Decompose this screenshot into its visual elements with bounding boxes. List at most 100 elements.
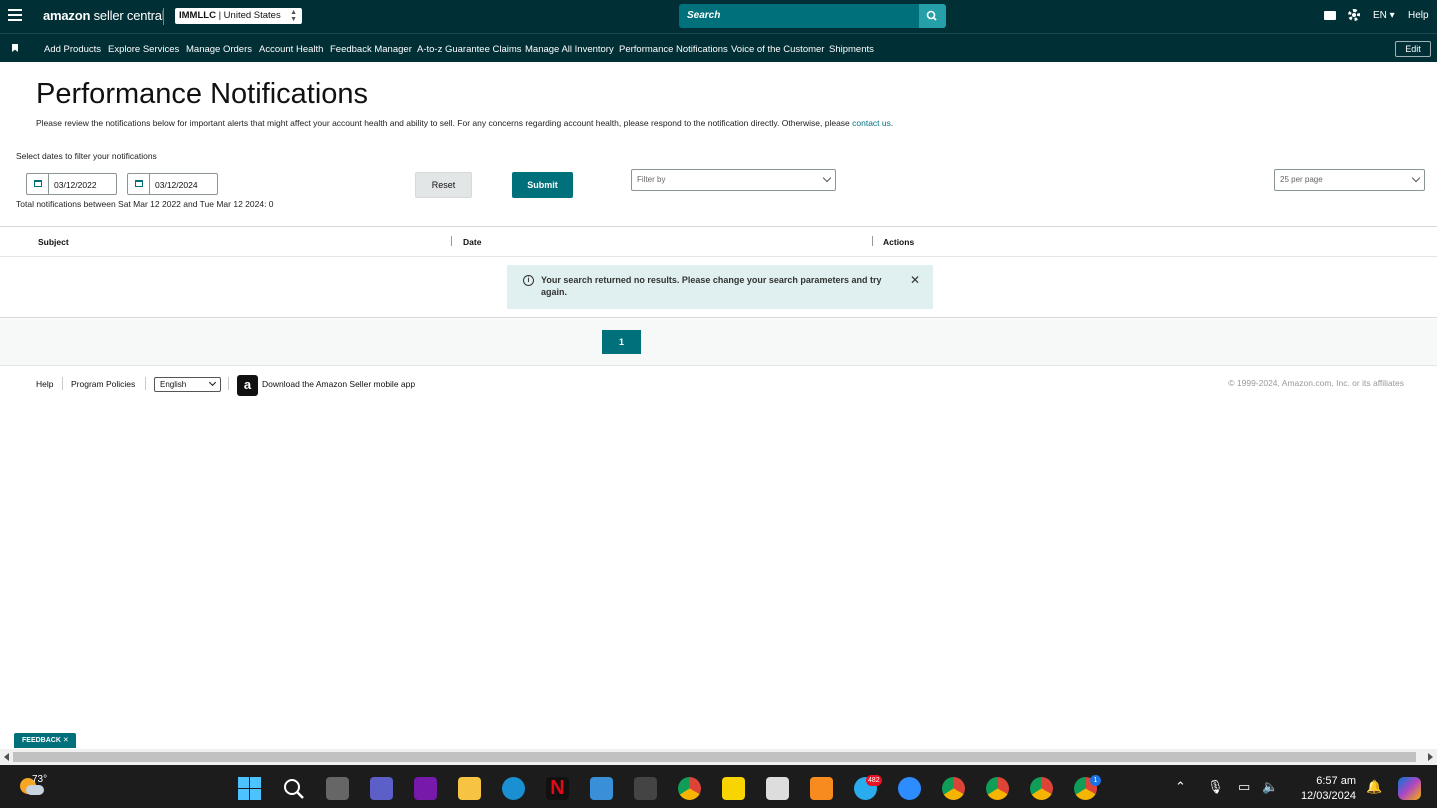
- network-icon[interactable]: ▭: [1238, 779, 1250, 795]
- zoom-icon[interactable]: [898, 777, 921, 800]
- reset-button[interactable]: Reset: [415, 172, 472, 198]
- end-date-field[interactable]: 03/12/2024: [127, 173, 218, 195]
- total-notifications: Total notifications between Sat Mar 12 2…: [16, 199, 274, 209]
- edit-nav-button[interactable]: Edit: [1395, 41, 1431, 57]
- calendar-icon[interactable]: [27, 174, 49, 194]
- footer-divider: [62, 377, 63, 390]
- account-region: | United States: [215, 10, 281, 21]
- menu-icon[interactable]: [8, 9, 22, 21]
- copilot-icon[interactable]: [1398, 777, 1421, 800]
- language-selector[interactable]: EN ▾: [1373, 10, 1395, 21]
- amazon-app-icon[interactable]: a: [237, 375, 258, 396]
- teams-icon[interactable]: [370, 777, 393, 800]
- feedback-tab[interactable]: FEEDBACK ✕: [14, 733, 76, 748]
- footer-divider: [145, 377, 146, 390]
- chevron-down-icon: [822, 173, 832, 183]
- column-subject[interactable]: Subject: [38, 237, 69, 247]
- clock-time: 6:57 am: [1316, 775, 1356, 787]
- chrome-profile-icon[interactable]: [986, 777, 1009, 800]
- chrome-profile-icon[interactable]: [942, 777, 965, 800]
- edge-icon[interactable]: [502, 777, 525, 800]
- scroll-left-arrow-icon[interactable]: [4, 753, 9, 761]
- per-page-select[interactable]: 25 per page: [1274, 169, 1425, 191]
- seller-central-logo[interactable]: amazon seller central: [43, 8, 165, 23]
- search-icon[interactable]: [282, 777, 305, 800]
- program-policies-link[interactable]: Program Policies: [71, 379, 135, 389]
- snipping-tool-icon[interactable]: [766, 777, 789, 800]
- intro-text: Please review the notifications below fo…: [36, 118, 853, 128]
- ringcentral-icon[interactable]: [810, 777, 833, 800]
- nav-a-to-z-claims[interactable]: A-to-z Guarantee Claims: [417, 44, 522, 55]
- search-button[interactable]: [919, 4, 946, 28]
- logo-seller-central: seller central: [90, 8, 165, 23]
- chrome-profile-icon[interactable]: [1030, 777, 1053, 800]
- mobile-app-link[interactable]: Download the Amazon Seller mobile app: [262, 379, 415, 389]
- nav-voice-of-customer[interactable]: Voice of the Customer: [731, 44, 824, 55]
- top-header: amazon seller central IMMLLC | United St…: [0, 0, 1437, 33]
- date-filter-label: Select dates to filter your notification…: [16, 151, 157, 161]
- chevron-up-icon[interactable]: ⌃: [1175, 779, 1186, 795]
- copyright: © 1999-2024, Amazon.com, Inc. or its aff…: [1228, 378, 1404, 388]
- task-view-icon[interactable]: [326, 777, 349, 800]
- nav-manage-orders[interactable]: Manage Orders: [186, 44, 252, 55]
- nav-explore-services[interactable]: Explore Services: [108, 44, 179, 55]
- file-explorer-icon[interactable]: [458, 777, 481, 800]
- filter-by-placeholder: Filter by: [637, 175, 666, 184]
- column-date[interactable]: Date: [463, 237, 481, 247]
- sticky-notes-icon[interactable]: [722, 777, 745, 800]
- submit-button[interactable]: Submit: [512, 172, 573, 198]
- contact-us-link[interactable]: contact us: [852, 118, 891, 128]
- footer-help-link[interactable]: Help: [36, 379, 53, 389]
- table-header: Subject Date Actions: [0, 227, 1437, 257]
- column-divider: [451, 236, 452, 246]
- pagination-bar: 1: [0, 319, 1437, 366]
- page-1-button[interactable]: 1: [602, 330, 641, 354]
- notepad-icon[interactable]: [590, 777, 613, 800]
- calculator-icon[interactable]: [634, 777, 657, 800]
- no-results-alert: i Your search returned no results. Pleas…: [507, 265, 933, 309]
- help-link[interactable]: Help: [1408, 10, 1429, 21]
- nav-performance-notifications[interactable]: Performance Notifications: [619, 44, 728, 55]
- nav-shipments[interactable]: Shipments: [829, 44, 874, 55]
- telegram-badge: 482: [866, 775, 882, 786]
- footer-language-value: English: [160, 380, 187, 389]
- info-icon: i: [523, 275, 534, 286]
- volume-icon[interactable]: 🔈: [1262, 779, 1278, 795]
- start-date-value: 03/12/2022: [54, 180, 97, 190]
- per-page-value: 25 per page: [1280, 175, 1323, 184]
- account-switcher[interactable]: IMMLLC | United States ▲ ▼: [175, 8, 302, 24]
- intro-period: .: [890, 118, 894, 128]
- nav-account-health[interactable]: Account Health: [259, 44, 323, 55]
- notifications-table: Subject Date Actions i Your search retur…: [0, 226, 1437, 318]
- windows-taskbar: 73° N 482 1 ⌃ 🎙 ▭ 🔈 6:57 am 12/03/2024 🔔: [0, 765, 1437, 808]
- scroll-right-arrow-icon[interactable]: [1428, 753, 1433, 761]
- search-input[interactable]: Search: [679, 4, 920, 28]
- mail-icon[interactable]: [1324, 11, 1336, 20]
- nav-manage-all-inventory[interactable]: Manage All Inventory: [525, 44, 614, 55]
- bookmark-icon[interactable]: [12, 44, 18, 52]
- clock[interactable]: 6:57 am 12/03/2024: [1296, 774, 1356, 804]
- netflix-icon[interactable]: N: [546, 777, 569, 800]
- chevron-down-icon: [208, 378, 217, 387]
- windows-start-icon[interactable]: [238, 777, 261, 800]
- start-date-field[interactable]: 03/12/2022: [26, 173, 117, 195]
- footer-divider: [228, 377, 229, 390]
- nav-add-products[interactable]: Add Products: [44, 44, 101, 55]
- horizontal-scrollbar[interactable]: [0, 749, 1437, 765]
- close-icon[interactable]: ✕: [910, 273, 920, 287]
- chrome-icon[interactable]: [678, 777, 701, 800]
- chrome-badge: 1: [1090, 775, 1101, 786]
- onenote-icon[interactable]: [414, 777, 437, 800]
- notifications-icon[interactable]: 🔔: [1366, 779, 1382, 795]
- account-name: IMMLLC: [179, 10, 216, 21]
- clock-date: 12/03/2024: [1300, 790, 1356, 802]
- nav-bar: Add Products Explore Services Manage Ord…: [0, 33, 1437, 62]
- nav-feedback-manager[interactable]: Feedback Manager: [330, 44, 412, 55]
- footer-language-select[interactable]: English: [154, 377, 221, 392]
- filter-by-select[interactable]: Filter by: [631, 169, 836, 191]
- microphone-icon[interactable]: 🎙: [1207, 779, 1224, 795]
- gear-icon[interactable]: [1348, 9, 1360, 21]
- page-intro: Please review the notifications below fo…: [36, 118, 893, 128]
- calendar-icon[interactable]: [128, 174, 150, 194]
- scrollbar-thumb[interactable]: [13, 752, 1416, 762]
